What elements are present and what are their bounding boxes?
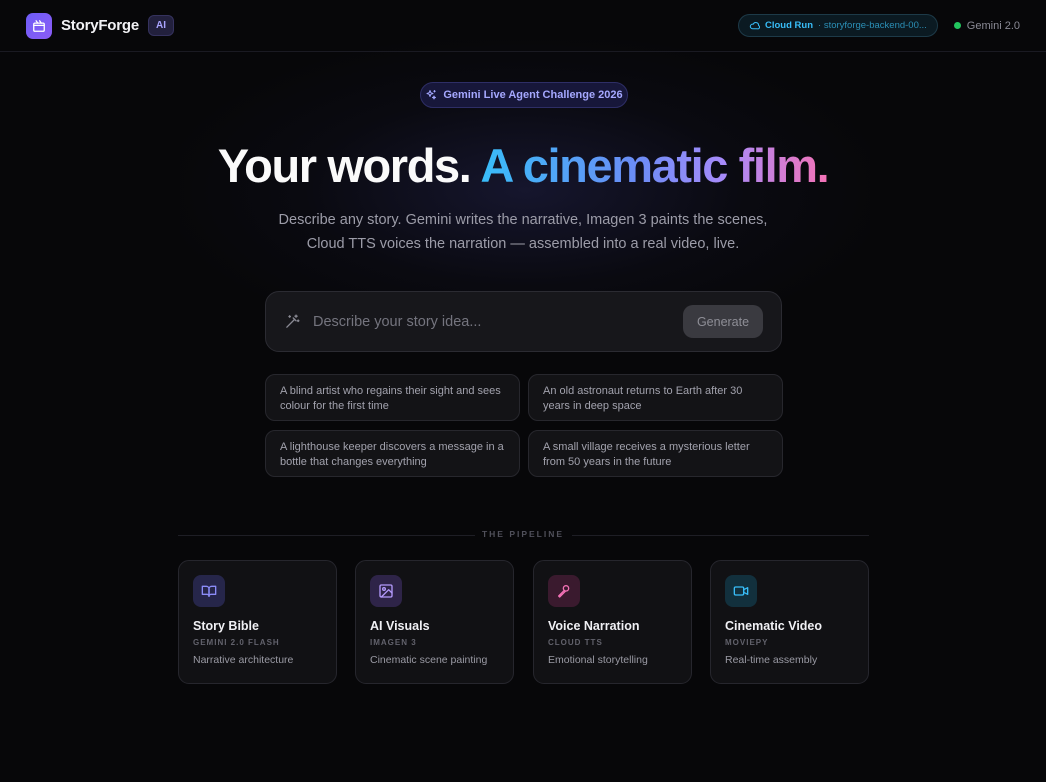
video-camera-icon xyxy=(725,575,757,607)
cloud-icon xyxy=(749,22,760,30)
hero-subtitle: Describe any story. Gemini writes the na… xyxy=(240,208,806,256)
challenge-label: Gemini Live Agent Challenge 2026 xyxy=(443,89,623,101)
cloud-run-label: Cloud Run xyxy=(765,20,814,31)
suggestion-chip[interactable]: A small village receives a mysterious le… xyxy=(528,430,783,477)
card-description: Cinematic scene painting xyxy=(370,654,488,666)
subtitle-line-2: Cloud TTS voices the narration — assembl… xyxy=(306,236,740,252)
card-model: GEMINI 2.0 FLASH xyxy=(193,638,280,647)
subtitle-line-1: Describe any story. Gemini writes the na… xyxy=(278,212,768,228)
page-title: Your words. A cinematic film. xyxy=(0,138,1046,193)
suggestion-chip[interactable]: An old astronaut returns to Earth after … xyxy=(528,374,783,421)
pipeline-card-story-bible: Story Bible GEMINI 2.0 FLASH Narrative a… xyxy=(178,560,337,684)
cloud-run-service: · storyforge-backend-00... xyxy=(818,20,927,31)
suggestion-chip[interactable]: A blind artist who regains their sight a… xyxy=(265,374,520,421)
model-status: Gemini 2.0 xyxy=(953,19,1020,32)
ai-badge: AI xyxy=(148,15,175,36)
story-prompt-box: Generate xyxy=(265,291,782,352)
card-title: Voice Narration xyxy=(548,619,640,633)
generate-button[interactable]: Generate xyxy=(683,305,763,338)
headline-plain: Your words. xyxy=(217,139,472,192)
story-idea-input[interactable] xyxy=(313,313,683,330)
top-bar: StoryForge AI Cloud Run · storyforge-bac… xyxy=(0,0,1046,52)
suggestion-chip[interactable]: A lighthouse keeper discovers a message … xyxy=(265,430,520,477)
sparkles-icon xyxy=(426,90,437,100)
card-model: MOVIEPY xyxy=(725,638,769,647)
microphone-icon xyxy=(548,575,580,607)
card-description: Narrative architecture xyxy=(193,654,294,666)
magic-wand-icon xyxy=(286,314,300,328)
card-title: AI Visuals xyxy=(370,619,430,633)
logo-icon[interactable] xyxy=(26,12,52,39)
book-icon xyxy=(193,575,225,607)
headline-gradient: A cinematic film. xyxy=(480,139,829,192)
model-status-label: Gemini 2.0 xyxy=(966,19,1020,32)
card-description: Real-time assembly xyxy=(725,654,818,666)
brand-name[interactable]: StoryForge xyxy=(61,17,139,34)
card-model: CLOUD TTS xyxy=(548,638,603,647)
pipeline-heading: THE PIPELINE xyxy=(481,529,565,539)
pipeline-card-voice-narration: Voice Narration CLOUD TTS Emotional stor… xyxy=(533,560,692,684)
cloud-run-status[interactable]: Cloud Run · storyforge-backend-00... xyxy=(738,14,938,37)
card-title: Cinematic Video xyxy=(725,619,823,633)
pipeline-card-cinematic-video: Cinematic Video MOVIEPY Real-time assemb… xyxy=(710,560,869,684)
status-dot xyxy=(953,22,961,29)
challenge-badge: Gemini Live Agent Challenge 2026 xyxy=(420,82,628,108)
card-model: IMAGEN 3 xyxy=(370,638,417,647)
card-title: Story Bible xyxy=(193,619,259,633)
image-icon xyxy=(370,575,402,607)
pipeline-card-ai-visuals: AI Visuals IMAGEN 3 Cinematic scene pain… xyxy=(355,560,514,684)
card-description: Emotional storytelling xyxy=(548,654,648,666)
